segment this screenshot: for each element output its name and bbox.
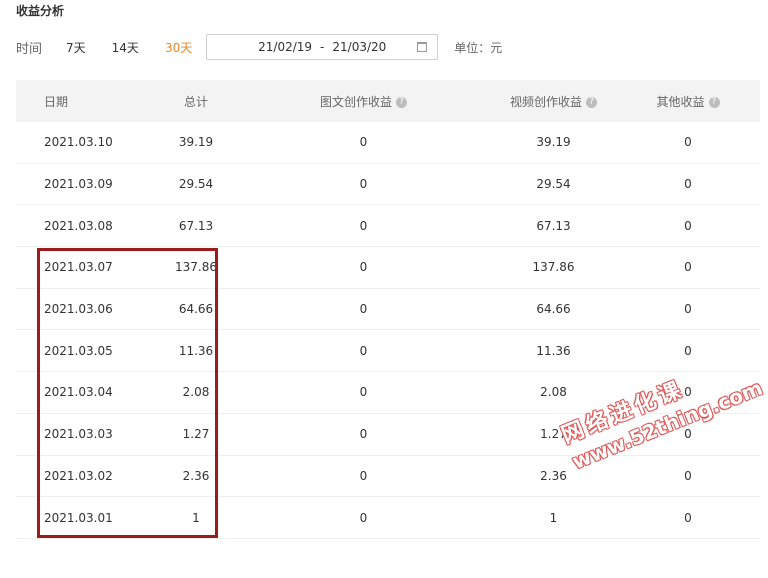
cell-total: 1.27: [182, 427, 210, 442]
cell-graphic: 0: [359, 468, 368, 483]
cell-video: 1.27: [540, 427, 567, 442]
cell-graphic: 0: [359, 385, 368, 400]
header-other-label: 其他收益: [656, 94, 705, 109]
cell-video: 29.54: [536, 177, 571, 192]
table-row: 2021.03.05 11.36 0 11.36 0: [16, 330, 760, 373]
cell-other: 0: [684, 468, 692, 483]
cell-total: 64.66: [178, 302, 214, 317]
header-date: 日期: [44, 94, 69, 109]
header-other: 其他收益?: [616, 93, 760, 110]
header-graphic: 图文创作收益?: [236, 93, 491, 110]
cell-date: 2021.03.05: [44, 343, 113, 358]
cell-other: 0: [684, 218, 692, 233]
cell-graphic: 0: [359, 510, 368, 525]
table-row: 2021.03.02 2.36 0 2.36 0: [16, 456, 760, 498]
cell-other: 0: [684, 510, 692, 525]
cell-total: 1: [192, 510, 200, 525]
date-separator: -: [320, 40, 325, 54]
cell-graphic: 0: [359, 302, 368, 317]
time-filter-label: 时间: [16, 41, 43, 57]
cell-video: 1: [549, 510, 558, 525]
calendar-icon[interactable]: [417, 42, 428, 52]
date-range-picker[interactable]: 21/02/19 - 21/03/20: [206, 34, 439, 60]
table-row: 2021.03.03 1.27 0 1.27 0: [16, 414, 760, 456]
table-row: 2021.03.10 39.19 0 39.19 0: [16, 122, 760, 164]
cell-date: 2021.03.01: [44, 510, 113, 525]
cell-video: 64.66: [536, 302, 571, 317]
header-video-label: 视频创作收益: [509, 94, 582, 109]
range-14-days-button[interactable]: 14天: [112, 39, 139, 56]
table-row: 2021.03.06 64.66 0 64.66 0: [16, 289, 760, 331]
cell-other: 0: [684, 343, 692, 358]
info-icon[interactable]: ?: [396, 96, 407, 108]
cell-video: 2.08: [540, 385, 567, 400]
cell-video: 39.19: [536, 135, 571, 150]
cell-graphic: 0: [359, 135, 368, 150]
cell-other: 0: [684, 302, 692, 317]
cell-other: 0: [684, 260, 692, 275]
info-icon[interactable]: ?: [586, 96, 597, 108]
cell-date: 2021.03.07: [44, 260, 113, 275]
cell-video: 67.13: [536, 218, 571, 233]
table-header: 日期 总计 图文创作收益? 视频创作收益? 其他收益?: [16, 80, 760, 122]
date-start: 21/02/19: [258, 40, 313, 54]
page-title: 收益分析: [16, 4, 65, 18]
info-icon[interactable]: ?: [708, 96, 720, 108]
table-row: 2021.03.09 29.54 0 29.54 0: [16, 164, 760, 206]
time-filter-bar: 时间 7天 14天 30天 21/02/19 - 21/03/20 单位：元: [16, 34, 502, 60]
cell-total: 39.19: [178, 135, 214, 150]
earnings-table: 日期 总计 图文创作收益? 视频创作收益? 其他收益? 2021.03.10 3…: [16, 80, 760, 539]
cell-graphic: 0: [359, 427, 368, 442]
date-end: 21/03/20: [332, 40, 387, 54]
table-row: 2021.03.04 2.08 0 2.08 0: [16, 372, 760, 414]
cell-total: 2.08: [182, 385, 210, 400]
range-30-days-button[interactable]: 30天: [165, 39, 192, 56]
cell-total: 29.54: [178, 177, 214, 192]
cell-other: 0: [684, 177, 692, 192]
header-video: 视频创作收益?: [491, 93, 616, 110]
cell-total: 2.36: [182, 468, 210, 483]
table-row: 2021.03.01 1 0 1 0: [16, 497, 760, 539]
cell-graphic: 0: [359, 260, 368, 275]
cell-date: 2021.03.02: [44, 468, 113, 483]
cell-date: 2021.03.09: [44, 177, 113, 192]
cell-graphic: 0: [359, 218, 368, 233]
cell-video: 137.86: [532, 260, 575, 275]
cell-date: 2021.03.03: [44, 427, 113, 442]
cell-date: 2021.03.08: [44, 218, 113, 233]
table-row: 2021.03.08 67.13 0 67.13 0: [16, 205, 760, 248]
cell-other: 0: [684, 385, 692, 400]
cell-video: 2.36: [540, 468, 567, 483]
header-total: 总计: [183, 94, 208, 109]
cell-total: 67.13: [178, 218, 214, 233]
cell-date: 2021.03.10: [44, 135, 113, 150]
table-row: 2021.03.07 137.86 0 137.86 0: [16, 247, 760, 289]
cell-total: 137.86: [175, 260, 217, 275]
cell-video: 11.36: [536, 343, 571, 358]
cell-graphic: 0: [359, 343, 368, 358]
cell-other: 0: [684, 427, 692, 442]
unit-label: 单位：元: [454, 40, 503, 55]
cell-date: 2021.03.04: [44, 385, 113, 400]
range-7-days-button[interactable]: 7天: [66, 39, 86, 56]
cell-graphic: 0: [359, 177, 368, 192]
header-graphic-label: 图文创作收益: [319, 94, 392, 109]
cell-other: 0: [684, 135, 692, 150]
cell-total: 11.36: [178, 343, 214, 358]
cell-date: 2021.03.06: [44, 302, 113, 317]
